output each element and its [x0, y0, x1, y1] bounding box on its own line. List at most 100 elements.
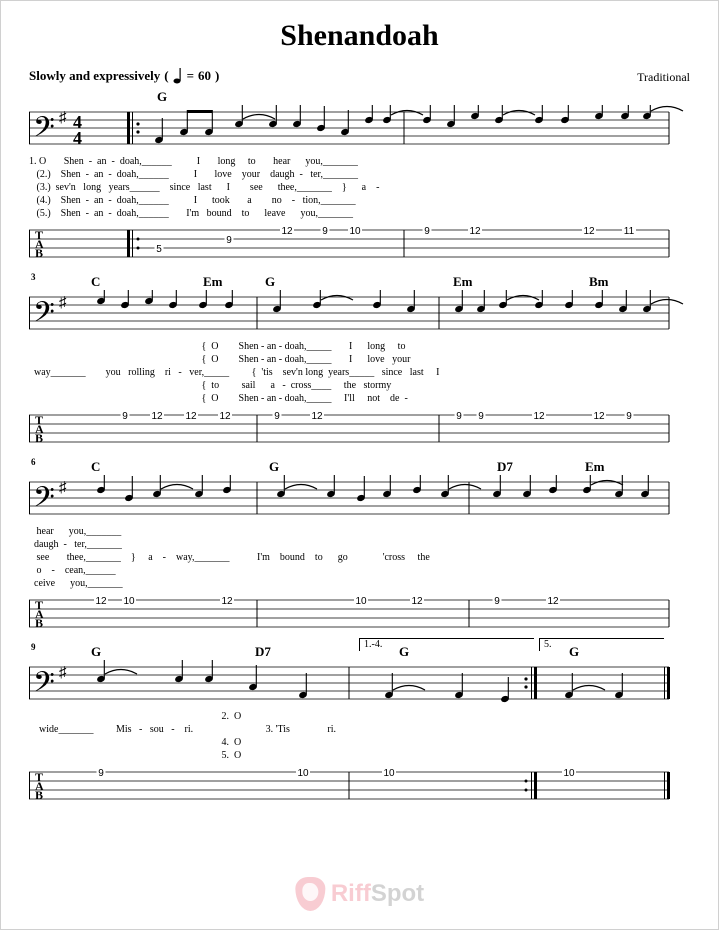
- svg-text:10: 10: [383, 768, 395, 779]
- measure-number: 3: [31, 272, 36, 282]
- svg-text:9: 9: [322, 226, 328, 237]
- measure-number: 6: [31, 457, 36, 467]
- lyric-line: hear you,_______: [29, 525, 690, 538]
- lyric-line: daugh - ter,_______: [29, 538, 690, 551]
- watermark-text-1: Riff: [331, 880, 371, 907]
- svg-text:10: 10: [123, 596, 135, 607]
- chord-symbol: Em: [203, 274, 223, 290]
- svg-text:𝄢: 𝄢: [33, 668, 55, 705]
- lyric-line: 5. O: [29, 749, 690, 762]
- lyrics-block: 1. O Shen - an - doah,______ I long to h…: [29, 155, 690, 220]
- music-system: G𝄢♯441. O Shen - an - doah,______ I long…: [29, 89, 690, 264]
- music-staff: 𝄢♯: [29, 290, 689, 336]
- svg-text:12: 12: [281, 226, 293, 237]
- chord-row: 3 C Em G Em Bm: [29, 274, 690, 290]
- svg-text:♯: ♯: [59, 480, 67, 496]
- sheet-music-page: Shenandoah Slowly and expressively ( = 6…: [0, 0, 719, 930]
- staff-wrap: 𝄢♯44: [29, 105, 690, 151]
- tab-wrap: TAB1210121012912: [29, 594, 690, 634]
- tab-wrap: TAB91212129129912129: [29, 409, 690, 449]
- lyric-line: ceive you,_______: [29, 577, 690, 590]
- quarter-note-icon: [173, 67, 183, 85]
- lyric-line: (4.) Shen - an - doah,______ I took a no…: [29, 194, 690, 207]
- svg-text:12: 12: [221, 596, 233, 607]
- tab-staff: TAB91212129129912129: [29, 409, 689, 449]
- lyric-line: (2.) Shen - an - doah,______ I love your…: [29, 168, 690, 181]
- chord-symbol: D7: [255, 644, 271, 660]
- top-meta: Slowly and expressively ( = 60 ) Traditi…: [29, 67, 690, 85]
- lyric-line: (3.) sev'n long years______ since last I…: [29, 181, 690, 194]
- svg-text:12: 12: [593, 411, 605, 422]
- svg-text:12: 12: [469, 226, 481, 237]
- tab-staff: TAB59129109121211: [29, 224, 689, 264]
- tab-staff: TAB1210121012912: [29, 594, 689, 634]
- svg-text:10: 10: [349, 226, 361, 237]
- svg-text:9: 9: [626, 411, 632, 422]
- music-system: 9GD7GG1.-4.5.𝄢♯ 2. O wide_______ Mis - s…: [29, 644, 690, 806]
- volta-bracket: 1.-4.: [359, 638, 534, 651]
- chord-symbol: G: [265, 274, 275, 290]
- lyric-line: 1. O Shen - an - doah,______ I long to h…: [29, 155, 690, 168]
- tempo-bpm: 60: [198, 68, 211, 84]
- lyric-line: { O Shen - an - doah,_____ I long to: [29, 340, 690, 353]
- lyric-line: { to sail a - cross____ the stormy: [29, 379, 690, 392]
- svg-text:12: 12: [411, 596, 423, 607]
- chord-symbol: Em: [453, 274, 473, 290]
- svg-text:♯: ♯: [59, 110, 67, 126]
- svg-text:12: 12: [185, 411, 197, 422]
- lyric-line: wide_______ Mis - sou - ri. 3. 'Tis ri.: [29, 723, 690, 736]
- music-system: 6CGD7Em𝄢♯ hear you,_______ daugh - ter,_…: [29, 459, 690, 634]
- svg-text:♯: ♯: [59, 295, 67, 311]
- svg-text:5: 5: [156, 244, 162, 255]
- svg-text:12: 12: [95, 596, 107, 607]
- svg-text:9: 9: [98, 768, 104, 779]
- svg-text:𝄢: 𝄢: [33, 298, 55, 335]
- svg-text:4: 4: [73, 128, 82, 148]
- chord-row: 6CGD7Em: [29, 459, 690, 475]
- svg-text:B: B: [35, 246, 43, 260]
- lyric-line: 2. O: [29, 710, 690, 723]
- svg-text:12: 12: [547, 596, 559, 607]
- chord-symbol: G: [91, 644, 101, 660]
- chord-symbol: C: [91, 274, 100, 290]
- svg-text:9: 9: [226, 235, 232, 246]
- measure-number: 9: [31, 642, 36, 652]
- lyrics-block: 2. O wide_______ Mis - sou - ri. 3. 'Tis…: [29, 710, 690, 762]
- chord-symbol: G: [157, 89, 167, 105]
- volta-bracket: 5.: [539, 638, 664, 651]
- tab-staff: TAB9101010: [29, 766, 689, 806]
- svg-text:9: 9: [456, 411, 462, 422]
- svg-text:9: 9: [274, 411, 280, 422]
- chord-symbol: Em: [585, 459, 605, 475]
- song-title: Shenandoah: [29, 19, 690, 53]
- lyric-line: { O Shen - an - doah,_____ I'll not de -: [29, 392, 690, 405]
- svg-text:9: 9: [122, 411, 128, 422]
- lyric-line: o - cean,______: [29, 564, 690, 577]
- pick-icon: [295, 877, 325, 911]
- staff-wrap: 𝄢♯: [29, 475, 690, 521]
- svg-text:♯: ♯: [59, 665, 67, 681]
- svg-text:9: 9: [494, 596, 500, 607]
- svg-text:9: 9: [424, 226, 430, 237]
- watermark-logo: RiffSpot: [295, 877, 424, 911]
- svg-text:9: 9: [478, 411, 484, 422]
- svg-text:10: 10: [297, 768, 309, 779]
- svg-text:10: 10: [563, 768, 575, 779]
- chord-symbol: Bm: [589, 274, 609, 290]
- chord-symbol: C: [91, 459, 100, 475]
- svg-text:10: 10: [355, 596, 367, 607]
- music-staff: 𝄢♯: [29, 660, 689, 706]
- svg-text:𝄢: 𝄢: [33, 113, 55, 150]
- lyrics-block: hear you,_______ daugh - ter,_______ see…: [29, 525, 690, 590]
- watermark-text-2: Spot: [371, 880, 424, 907]
- svg-text:B: B: [35, 431, 43, 445]
- tab-wrap: TAB9101010: [29, 766, 690, 806]
- svg-text:12: 12: [583, 226, 595, 237]
- svg-text:B: B: [35, 616, 43, 630]
- music-staff: 𝄢♯44: [29, 105, 689, 151]
- tab-wrap: TAB59129109121211: [29, 224, 690, 264]
- svg-text:B: B: [35, 788, 43, 802]
- lyric-line: (5.) Shen - an - doah,______ I'm bound t…: [29, 207, 690, 220]
- music-staff: 𝄢♯: [29, 475, 689, 521]
- lyric-line: way_______ you rolling ri - ver,_____ { …: [29, 366, 690, 379]
